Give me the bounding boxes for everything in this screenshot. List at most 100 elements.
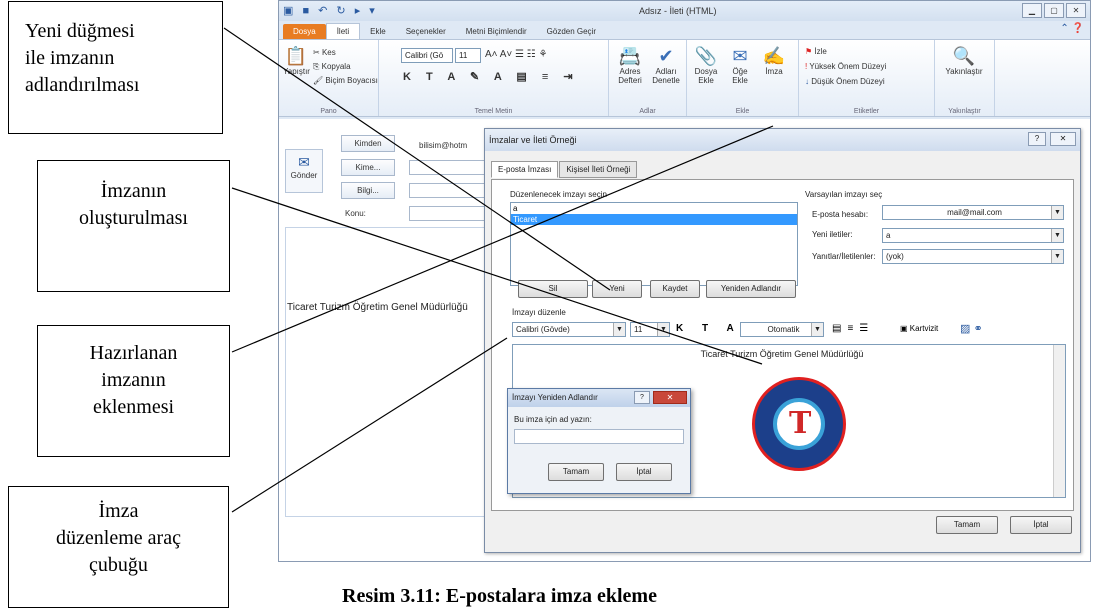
signature-color-select[interactable]: Otomatik ▼ bbox=[740, 322, 824, 337]
callout-line: düzenleme araç bbox=[56, 527, 181, 549]
callout-line: İmzanın bbox=[100, 180, 167, 202]
email-account-select[interactable]: mail@mail.com ▼ bbox=[882, 205, 1064, 220]
signature-font-select[interactable]: Calibri (Gövde) ▼ bbox=[512, 322, 626, 337]
high-importance-button[interactable]: ! Yüksek Önem Düzeyi bbox=[805, 59, 886, 74]
default-signature-label: Varsayılan imzayı seç bbox=[805, 190, 883, 199]
chevron-down-icon[interactable]: ▼ bbox=[811, 323, 823, 336]
help-icon[interactable]: ? bbox=[1028, 132, 1046, 146]
group-etiketler: ⚑ İzle ! Yüksek Önem Düzeyi ↓ Düşük Önem… bbox=[799, 40, 935, 116]
check-names-button[interactable]: Adları Denetle bbox=[649, 67, 683, 85]
new-messages-select[interactable]: a ▼ bbox=[882, 228, 1064, 243]
business-card-button[interactable]: ▣ Kartvizit bbox=[900, 324, 938, 333]
tab-ekle[interactable]: Ekle bbox=[360, 24, 396, 39]
low-importance-button[interactable]: ↓ Düşük Önem Düzeyi bbox=[805, 74, 886, 89]
subject-field[interactable] bbox=[409, 206, 489, 221]
paste-icon[interactable]: 📋 bbox=[283, 46, 309, 67]
new-messages-value: a bbox=[886, 231, 891, 240]
rename-prompt: Bu imza için ad yazın: bbox=[514, 415, 592, 424]
help-icon[interactable]: ⌃ ❓ bbox=[1060, 23, 1084, 34]
save-button[interactable]: Kaydet bbox=[650, 280, 700, 298]
rename-cancel-button[interactable]: İptal bbox=[616, 463, 672, 481]
maximize-icon[interactable]: ▢ bbox=[1044, 3, 1064, 18]
message-body-text: Ticaret Turizm Öğretim Genel Müdürlüğü bbox=[287, 302, 468, 313]
new-button[interactable]: Yeni bbox=[592, 280, 642, 298]
callout-line: eklenmesi bbox=[92, 396, 175, 418]
chevron-down-icon[interactable]: ▼ bbox=[1051, 250, 1063, 263]
group-label-adlar: Adlar bbox=[639, 108, 656, 115]
logo-inner: T bbox=[773, 398, 825, 450]
close-icon[interactable]: ✕ bbox=[653, 391, 687, 404]
group-label-etiketler: Etiketler bbox=[853, 108, 880, 115]
signatures-dialog-title: İmzalar ve İleti Örneği ? ✕ bbox=[485, 129, 1080, 151]
tab-email-signature[interactable]: E-posta İmzası bbox=[491, 161, 559, 178]
tab-secenekler[interactable]: Seçenekler bbox=[396, 24, 456, 39]
callout-insert-signature: Hazırlanan imzanın eklenmesi bbox=[37, 325, 230, 457]
signature-list-item[interactable]: Ticaret bbox=[511, 214, 797, 225]
format-icons[interactable]: K T A ✎ A ▤ ≡ ⇥ bbox=[403, 70, 579, 83]
chevron-down-icon[interactable]: ▼ bbox=[1051, 206, 1063, 219]
cut-button[interactable]: ✂ Kes bbox=[313, 46, 378, 60]
attach-item-button[interactable]: Öğe Ekle bbox=[725, 67, 755, 85]
signature-icon: ✍ bbox=[762, 46, 786, 66]
quick-access-toolbar[interactable]: ▣ ■ ↶ ↻ ▸ ▾ bbox=[283, 4, 378, 17]
send-button[interactable]: ✉ Gönder bbox=[285, 149, 323, 193]
replies-value: (yok) bbox=[886, 252, 904, 261]
insert-picture-icon[interactable]: ▨ ⚭ bbox=[960, 322, 983, 335]
minimize-icon[interactable]: ▁ bbox=[1022, 3, 1042, 18]
tab-gozden-gecir[interactable]: Gözden Geçir bbox=[537, 24, 606, 39]
to-field[interactable] bbox=[409, 160, 489, 175]
help-icon[interactable]: ? bbox=[634, 391, 650, 404]
signature-button[interactable]: İmza bbox=[759, 67, 789, 76]
cc-button[interactable]: Bilgi... bbox=[341, 182, 395, 199]
follow-up-button[interactable]: ⚑ İzle bbox=[805, 44, 886, 59]
tab-ileti[interactable]: İleti bbox=[325, 23, 361, 39]
cc-field[interactable] bbox=[409, 183, 489, 198]
chevron-down-icon[interactable]: ▼ bbox=[657, 323, 669, 336]
group-label-ekle: Ekle bbox=[735, 108, 750, 115]
send-label: Gönder bbox=[290, 171, 318, 180]
chevron-down-icon[interactable]: ▼ bbox=[1051, 229, 1063, 242]
signature-name-input[interactable] bbox=[514, 429, 684, 444]
tab-metni-bicimlendir[interactable]: Metni Biçimlendir bbox=[456, 24, 537, 39]
callout-line: çubuğu bbox=[89, 554, 148, 576]
cancel-button[interactable]: İptal bbox=[1010, 516, 1072, 534]
address-book-icon: 📇 bbox=[618, 46, 642, 66]
callout-line: adlandırılması bbox=[25, 74, 140, 96]
tab-dosya[interactable]: Dosya bbox=[283, 24, 326, 39]
signature-list-item[interactable]: a bbox=[511, 203, 797, 214]
tab-personal-stationery[interactable]: Kişisel İleti Örneği bbox=[559, 161, 638, 178]
delete-button[interactable]: Sil bbox=[518, 280, 588, 298]
select-signature-label: Düzenlenecek imzayı seçin bbox=[510, 190, 607, 199]
signatures-dialog-title-text: İmzalar ve İleti Örneği bbox=[489, 135, 577, 145]
attach-file-button[interactable]: Dosya Ekle bbox=[691, 67, 721, 85]
signature-size-select[interactable]: 11 ▼ bbox=[630, 322, 670, 337]
address-book-button[interactable]: Adres Defteri bbox=[615, 67, 645, 85]
close-icon[interactable]: ✕ bbox=[1050, 132, 1076, 146]
font-size-select[interactable]: 11 bbox=[455, 48, 481, 63]
font-grow-shrink-icons[interactable]: A˄ A˅ ☰ ☷ ⚘ bbox=[485, 49, 547, 60]
rename-ok-button[interactable]: Tamam bbox=[548, 463, 604, 481]
message-body[interactable] bbox=[285, 227, 495, 517]
attach-file-icon: 📎 bbox=[694, 46, 718, 66]
paste-button[interactable]: Yapıştır bbox=[283, 67, 310, 76]
rename-button[interactable]: Yeniden Adlandır bbox=[706, 280, 796, 298]
callout-line: ile imzanın bbox=[25, 47, 115, 69]
signature-list[interactable]: a Ticaret bbox=[510, 202, 798, 286]
zoom-button[interactable]: Yakınlaştır bbox=[941, 67, 987, 76]
to-button[interactable]: Kime... bbox=[341, 159, 395, 176]
callout-create-signature: İmzanın oluşturulması bbox=[37, 160, 230, 292]
copy-button[interactable]: ⎘ Kopyala bbox=[313, 60, 378, 74]
from-button[interactable]: Kimden bbox=[341, 135, 395, 152]
chevron-down-icon[interactable]: ▼ bbox=[613, 323, 625, 336]
ok-button[interactable]: Tamam bbox=[936, 516, 998, 534]
format-painter-button[interactable]: 🖌 Biçim Boyacısı bbox=[313, 74, 378, 88]
signature-style-icons[interactable]: K T A bbox=[676, 323, 742, 334]
signature-color-value: Otomatik bbox=[767, 325, 800, 334]
font-name-select[interactable]: Calibri (Gö bbox=[401, 48, 453, 63]
replies-select[interactable]: (yok) ▼ bbox=[882, 249, 1064, 264]
signature-editor-scrollbar[interactable] bbox=[1053, 345, 1065, 497]
alignment-icons[interactable]: ▤≡☰ bbox=[832, 323, 874, 334]
close-icon[interactable]: ✕ bbox=[1066, 3, 1086, 18]
group-label-temel-metin: Temel Metin bbox=[474, 108, 513, 115]
window-title: Adsız - İleti (HTML) bbox=[639, 6, 717, 16]
